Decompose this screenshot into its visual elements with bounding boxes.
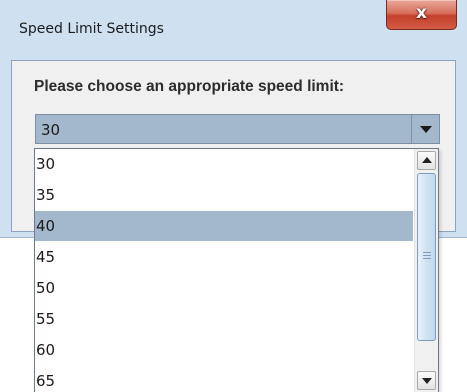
combobox-value: 30	[41, 121, 61, 139]
list-item-highlighted[interactable]: 40	[35, 211, 413, 241]
chevron-down-icon	[420, 126, 432, 133]
grip-line	[423, 258, 431, 259]
scrollbar-thumb[interactable]	[417, 173, 436, 341]
speed-limit-dropdown-list: 30 35 40 45 50 55 60 65	[34, 148, 439, 392]
list-item[interactable]: 35	[35, 180, 413, 210]
title-bar[interactable]: Speed Limit Settings x	[0, 0, 467, 50]
scroll-up-button[interactable]	[417, 151, 436, 170]
list-item[interactable]: 60	[35, 335, 413, 365]
vertical-scrollbar[interactable]	[414, 149, 438, 392]
scroll-down-button[interactable]	[417, 371, 436, 390]
list-item[interactable]: 65	[35, 366, 413, 392]
list-item[interactable]: 55	[35, 304, 413, 334]
list-item[interactable]: 50	[35, 273, 413, 303]
close-icon: x	[416, 3, 427, 23]
grip-line	[423, 255, 431, 256]
close-button[interactable]: x	[386, 0, 457, 30]
list-item[interactable]: 30	[35, 149, 413, 179]
arrow-down-icon	[422, 378, 432, 384]
arrow-up-icon	[422, 157, 432, 163]
grip-line	[423, 252, 431, 253]
list-item[interactable]: 45	[35, 242, 413, 272]
prompt-label: Please choose an appropriate speed limit…	[34, 78, 345, 95]
combobox-dropdown-button[interactable]	[411, 115, 439, 143]
speed-limit-combobox[interactable]: 30	[35, 114, 440, 144]
window-title: Speed Limit Settings	[19, 21, 164, 37]
